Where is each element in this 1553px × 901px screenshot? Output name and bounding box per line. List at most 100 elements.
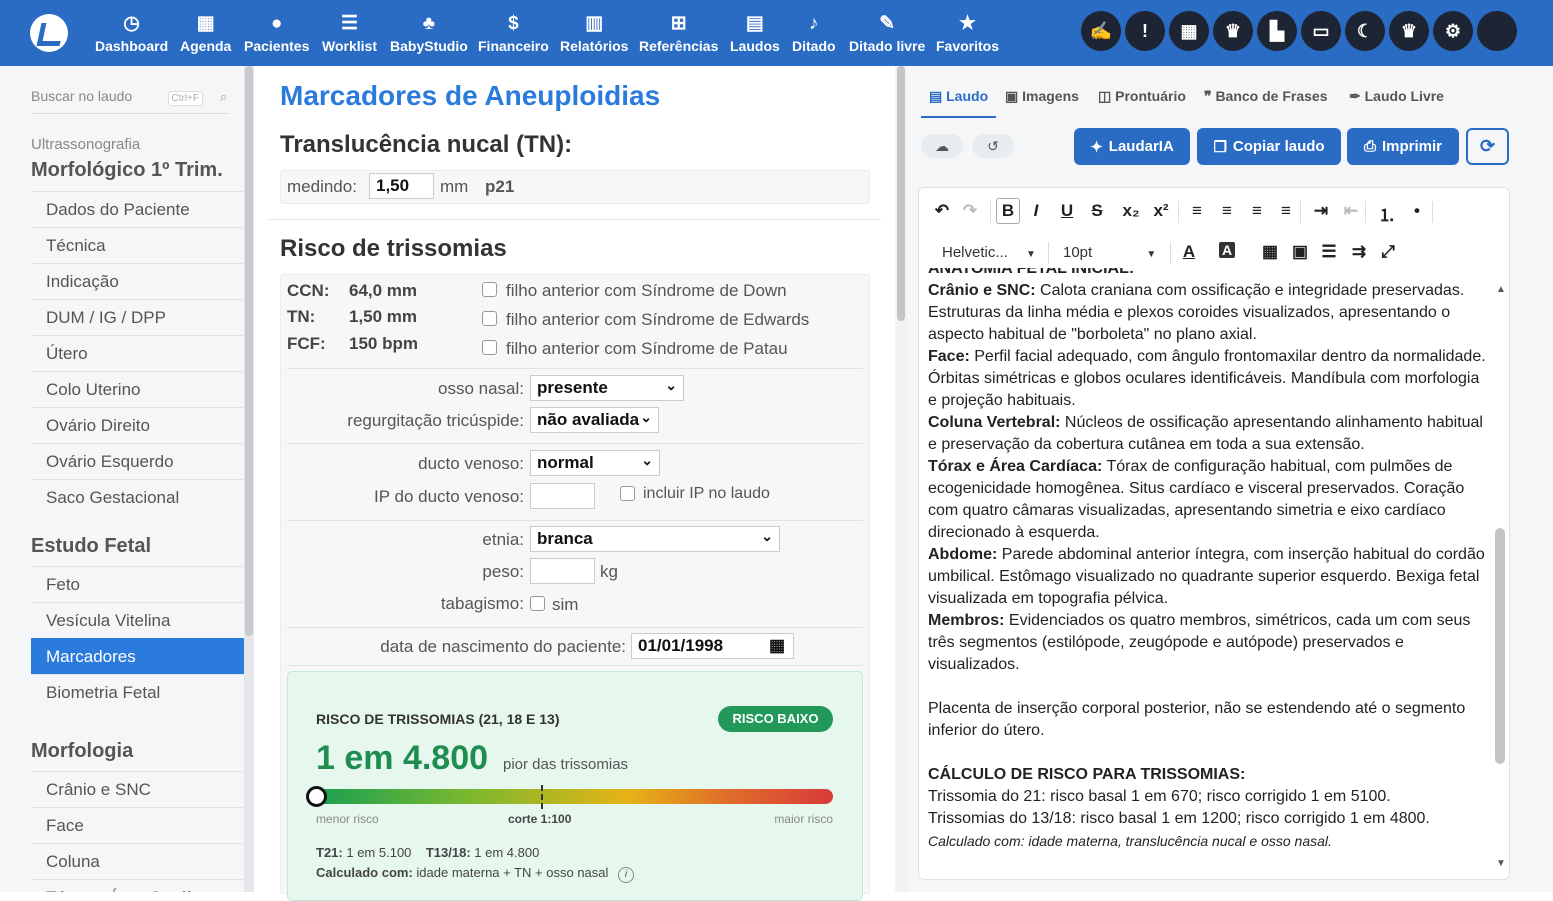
quote-icon: ❞ bbox=[1204, 88, 1212, 104]
sidebar-item-t-cnica[interactable]: Técnica bbox=[31, 227, 244, 263]
weight-input[interactable] bbox=[530, 558, 595, 584]
tab-banco-de-frases[interactable]: ❞ Banco de Frases bbox=[1204, 88, 1328, 105]
sidebar-item-dados-do-paciente[interactable]: Dados do Paciente bbox=[31, 191, 244, 227]
nav-financeiro[interactable]: $ Financeiro bbox=[478, 12, 549, 56]
nav-favoritos[interactable]: ★ Favoritos bbox=[936, 12, 999, 56]
sidebar-item-ves-cula-vitelina[interactable]: Vesícula Vitelina bbox=[31, 602, 244, 638]
include-ip-checkbox[interactable] bbox=[620, 486, 635, 501]
search-input[interactable]: Buscar no laudo Ctrl+F ⌕ bbox=[31, 88, 229, 114]
subscript-icon[interactable]: x₂ bbox=[1119, 201, 1143, 221]
bold-icon[interactable]: B bbox=[996, 198, 1020, 224]
indent-icon[interactable]: ⇥ bbox=[1309, 201, 1333, 221]
fullscreen-icon[interactable]: ⤢ bbox=[1376, 242, 1400, 262]
tab-laudo-livre[interactable]: ✒ Laudo Livre bbox=[1349, 88, 1444, 105]
strikethrough-icon[interactable]: S bbox=[1085, 201, 1109, 221]
birthdate-input[interactable]: 01/01/1998 ▦ bbox=[631, 633, 794, 659]
editor-scrollbar[interactable]: ▲ ▼ bbox=[1493, 282, 1507, 874]
signature-icon: ✍ bbox=[1089, 20, 1113, 41]
sidebar-item-marcadores[interactable]: Marcadores bbox=[31, 638, 244, 674]
sidebar-item-coluna[interactable]: Coluna bbox=[31, 843, 244, 879]
copy-report-button[interactable]: ❐ Copiar laudo bbox=[1197, 128, 1341, 165]
app-logo[interactable] bbox=[30, 14, 68, 52]
outdent-icon[interactable]: ⇤ bbox=[1339, 201, 1363, 221]
sidebar-item-dum-ig-dpp[interactable]: DUM / IG / DPP bbox=[31, 299, 244, 335]
nav-dashboard[interactable]: ◷ Dashboard bbox=[95, 12, 168, 56]
sidebar-item-feto[interactable]: Feto bbox=[31, 566, 244, 602]
align-left-icon[interactable]: ≡ bbox=[1185, 201, 1209, 221]
font-family-select[interactable]: Helvetic... ▼ bbox=[942, 244, 1036, 261]
refresh-button[interactable]: ⟳ bbox=[1466, 128, 1509, 165]
nav-relatórios[interactable]: ▥ Relatórios bbox=[560, 12, 628, 56]
sidebar-item-t-rax-e-rea-card-aca[interactable]: Tórax e Área Cardíaca bbox=[31, 879, 244, 892]
building-icon-button[interactable]: ▙ bbox=[1257, 11, 1297, 51]
nav-babystudio[interactable]: ♣ BabyStudio bbox=[390, 12, 468, 56]
refresh-icon: ⟳ bbox=[1479, 136, 1496, 156]
ltr-icon[interactable]: ⇉ bbox=[1347, 242, 1371, 262]
sidebar-scrollbar[interactable] bbox=[244, 66, 254, 892]
laudaria-button[interactable]: ✦ LaudarIA bbox=[1074, 128, 1190, 165]
print-button[interactable]: ⎙ Imprimir bbox=[1347, 128, 1459, 165]
sidebar-item-face[interactable]: Face bbox=[31, 807, 244, 843]
search-icon[interactable]: ⌕ bbox=[220, 89, 227, 105]
nav-agenda[interactable]: ▦ Agenda bbox=[180, 12, 231, 56]
table-icon[interactable]: ▦ bbox=[1258, 242, 1282, 262]
ip-ductus-input[interactable] bbox=[530, 483, 595, 509]
sidebar-item-colo-uterino[interactable]: Colo Uterino bbox=[31, 371, 244, 407]
bullet-list-icon[interactable]: • bbox=[1405, 201, 1429, 221]
cloud-save-button[interactable]: ☁ bbox=[921, 134, 963, 158]
calendar-icon-button[interactable]: ▦ bbox=[1169, 11, 1209, 51]
tab-imagens[interactable]: ▣ Imagens bbox=[1005, 88, 1079, 105]
edwards-checkbox[interactable] bbox=[482, 311, 497, 326]
undo-icon[interactable]: ↶ bbox=[930, 201, 954, 221]
image-icon[interactable]: ▣ bbox=[1288, 242, 1312, 262]
sidebar-item-ov-rio-direito[interactable]: Ovário Direito bbox=[31, 407, 244, 443]
history-button[interactable]: ↺ bbox=[972, 134, 1014, 158]
ethnicity-select[interactable]: branca ⌄ bbox=[530, 526, 780, 552]
crown-icon-button[interactable]: ♛ bbox=[1213, 11, 1253, 51]
nasal-bone-select[interactable]: presente ⌄ bbox=[530, 375, 684, 401]
user-avatar[interactable] bbox=[1477, 11, 1517, 51]
sidebar-item-cr-nio-e-snc[interactable]: Crânio e SNC bbox=[31, 771, 244, 807]
nav-ditado-livre[interactable]: ✎ Ditado livre bbox=[849, 12, 925, 56]
align-center-icon[interactable]: ≡ bbox=[1215, 201, 1239, 221]
nav-worklist[interactable]: ☰ Worklist bbox=[322, 12, 377, 56]
hr-icon[interactable]: ☰ bbox=[1317, 242, 1341, 262]
tricuspid-select[interactable]: não avaliada ⌄ bbox=[530, 407, 659, 433]
italic-icon[interactable]: I bbox=[1024, 201, 1048, 221]
align-right-icon[interactable]: ≡ bbox=[1245, 201, 1269, 221]
report-document[interactable]: ANATOMIA FETAL INICIAL: Crânio e SNC: Cal… bbox=[928, 268, 1488, 868]
highlight-icon[interactable]: A bbox=[1219, 242, 1235, 258]
signature-icon-button[interactable]: ✍ bbox=[1081, 11, 1121, 51]
text-color-icon[interactable]: A bbox=[1177, 242, 1201, 262]
crown-icon-button[interactable]: ♛ bbox=[1389, 11, 1429, 51]
sidebar-item-biometria-fetal[interactable]: Biometria Fetal bbox=[31, 674, 244, 710]
ticket-icon-button[interactable]: ▭ bbox=[1301, 11, 1341, 51]
sidebar-item-ov-rio-esquerdo[interactable]: Ovário Esquerdo bbox=[31, 443, 244, 479]
info-icon[interactable]: i bbox=[618, 867, 635, 883]
tab-laudo[interactable]: ▤ Laudo bbox=[929, 88, 988, 105]
justify-icon[interactable]: ≡ bbox=[1274, 201, 1298, 221]
superscript-icon[interactable]: x² bbox=[1149, 201, 1173, 221]
tab-prontuário[interactable]: ◫ Prontuário bbox=[1098, 88, 1186, 105]
sidebar-item-saco-gestacional[interactable]: Saco Gestacional bbox=[31, 479, 244, 515]
gear-icon-button[interactable]: ⚙ bbox=[1433, 11, 1473, 51]
sidebar-item-indica-o[interactable]: Indicação bbox=[31, 263, 244, 299]
ductus-select[interactable]: normal ⌄ bbox=[530, 450, 660, 476]
tn-input[interactable]: 1,50 bbox=[369, 173, 434, 199]
patau-checkbox[interactable] bbox=[482, 340, 497, 355]
moon-icon-button[interactable]: ☾ bbox=[1345, 11, 1385, 51]
font-size-select[interactable]: 10pt ▼ bbox=[1063, 244, 1156, 261]
sidebar-item--tero[interactable]: Útero bbox=[31, 335, 244, 371]
copy-icon: ❐ bbox=[1213, 138, 1227, 156]
redo-icon[interactable]: ↷ bbox=[958, 201, 982, 221]
down-checkbox[interactable] bbox=[482, 282, 497, 297]
main-scrollbar[interactable] bbox=[895, 66, 907, 892]
nav-referências[interactable]: ⊞ Referências bbox=[639, 12, 718, 56]
nav-laudos[interactable]: ▤ Laudos bbox=[730, 12, 780, 56]
alert-icon-button[interactable]: ! bbox=[1125, 11, 1165, 51]
smoking-checkbox[interactable] bbox=[530, 596, 545, 611]
underline-icon[interactable]: U bbox=[1055, 201, 1079, 221]
nav-pacientes[interactable]: ● Pacientes bbox=[244, 12, 309, 56]
nav-ditado[interactable]: ♪ Ditado bbox=[792, 12, 836, 56]
ordered-list-icon[interactable]: ⒈ bbox=[1375, 201, 1399, 226]
